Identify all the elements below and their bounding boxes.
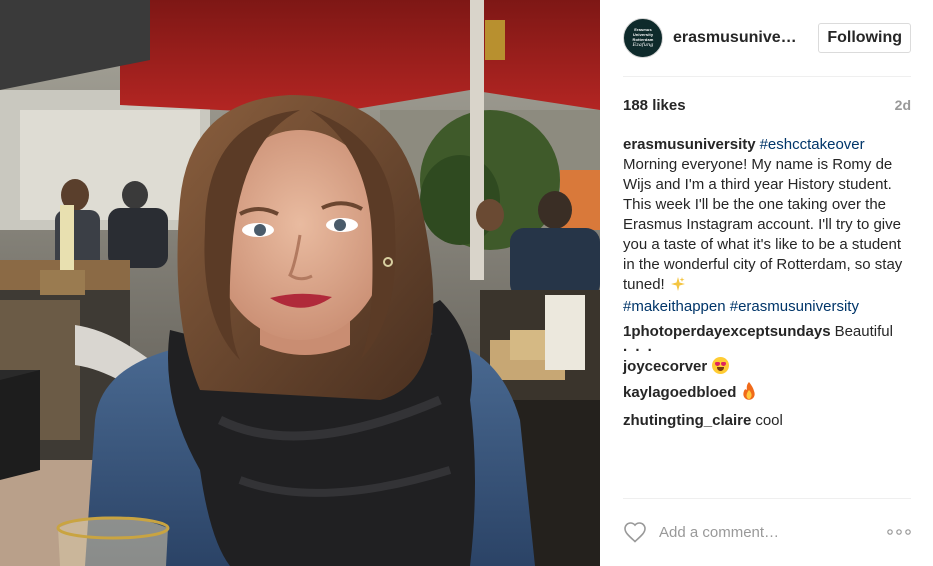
avatar[interactable]: Erasmus University Rotterdam Ezafung: [623, 18, 663, 58]
avatar-logo-text: Erasmus University Rotterdam: [632, 27, 654, 42]
comment-item: 1photoperdayexceptsundays Beautiful . . .: [623, 322, 911, 354]
caption-text: Morning everyone! My name is Romy de Wij…: [623, 156, 903, 293]
comment-more-dots[interactable]: . . .: [623, 339, 911, 354]
comment-author[interactable]: joycecorver: [623, 358, 707, 375]
hashtag-link[interactable]: #makeithappen: [623, 298, 726, 315]
caption: erasmusuniversity #eshcctakeover Morning …: [623, 135, 911, 317]
fire-emoji-icon: [742, 382, 756, 406]
hashtag-link[interactable]: #eshcctakeover: [760, 136, 865, 153]
more-options-icon[interactable]: [883, 522, 911, 542]
caption-author[interactable]: erasmusuniversity: [623, 136, 756, 153]
username-link[interactable]: erasmusuniver…: [673, 29, 801, 47]
avatar-logo-script: Ezafung: [632, 42, 654, 48]
like-heart-icon[interactable]: [623, 520, 647, 544]
post-photo[interactable]: [0, 0, 600, 566]
comment-text: Beautiful: [834, 323, 893, 340]
comments-list: erasmusuniversity #eshcctakeover Morning …: [623, 135, 911, 436]
post-details-panel: Erasmus University Rotterdam Ezafung era…: [600, 0, 933, 566]
comment-item: zhutingting_claire cool: [623, 411, 911, 431]
photo-illustration: [0, 0, 600, 566]
comment-bar: [623, 516, 911, 548]
actions-divider: [623, 498, 911, 499]
comment-item: kaylagoedbloed: [623, 382, 911, 406]
comment-author[interactable]: kaylagoedbloed: [623, 384, 736, 401]
sparkles-icon: [670, 277, 685, 297]
header-divider: [623, 76, 911, 77]
post-header: Erasmus University Rotterdam Ezafung era…: [623, 16, 911, 60]
add-comment-input[interactable]: [659, 523, 883, 541]
heart-eyes-emoji-icon: [712, 357, 730, 374]
likes-row: 188 likes 2d: [623, 97, 911, 114]
comment-author[interactable]: 1photoperdayexceptsundays: [623, 323, 831, 340]
comment-author[interactable]: zhutingting_claire: [623, 412, 751, 429]
post-time[interactable]: 2d: [895, 97, 911, 113]
hashtag-link[interactable]: #erasmusuniversity: [730, 298, 859, 315]
likes-count[interactable]: 188 likes: [623, 97, 686, 114]
comment-item: joycecorver: [623, 357, 911, 377]
following-button[interactable]: Following: [818, 23, 911, 53]
comment-text: cool: [755, 412, 783, 429]
